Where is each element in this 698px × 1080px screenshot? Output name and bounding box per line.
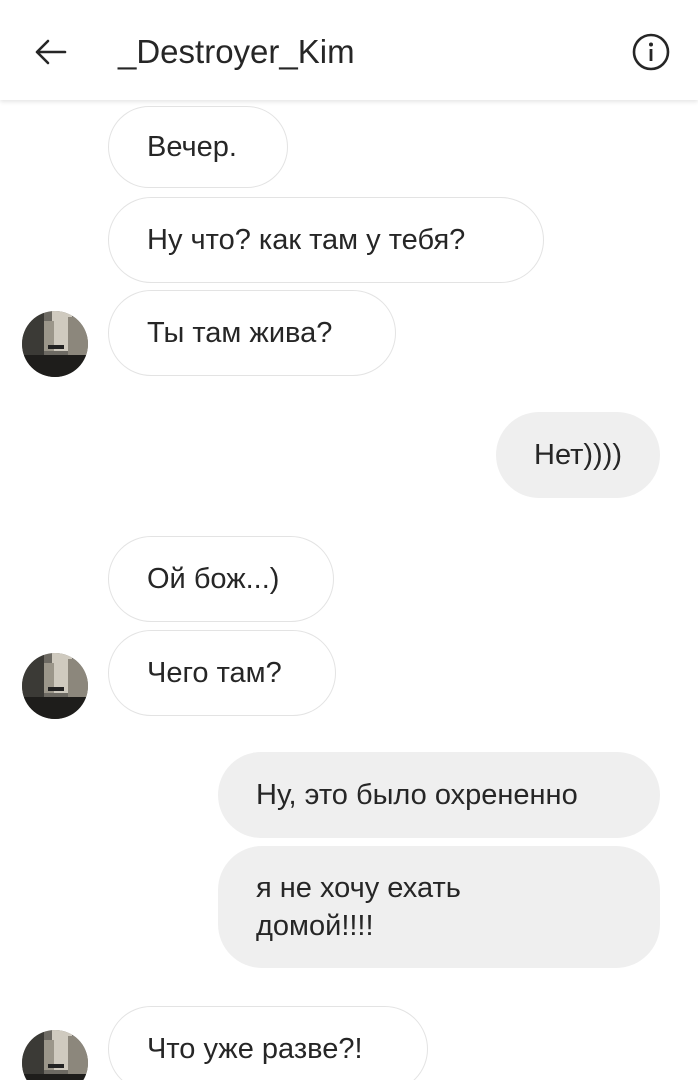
back-button[interactable] — [28, 30, 72, 74]
avatar[interactable] — [22, 311, 88, 377]
message-bubble-outgoing[interactable]: Ну, это было охрененно — [218, 752, 660, 838]
chat-username[interactable]: _Destroyer_Kim — [118, 30, 355, 74]
arrow-left-icon — [35, 39, 67, 65]
chat-header: _Destroyer_Kim — [0, 0, 698, 100]
message-bubble-incoming[interactable]: Ты там жива? — [108, 290, 396, 376]
info-circle-icon — [632, 33, 670, 71]
avatar[interactable] — [22, 653, 88, 719]
message-bubble-incoming[interactable]: Вечер. — [108, 106, 288, 188]
message-thread[interactable]: Вечер. Ну что? как там у тебя? Ты там жи… — [0, 100, 698, 1080]
avatar[interactable] — [22, 1030, 88, 1080]
message-bubble-incoming[interactable]: Ой бож...) — [108, 536, 334, 622]
message-bubble-incoming[interactable]: Ну что? как там у тебя? — [108, 197, 544, 283]
message-bubble-incoming[interactable]: Чего там? — [108, 630, 336, 716]
message-bubble-outgoing[interactable]: Нет)))) — [496, 412, 660, 498]
info-button[interactable] — [631, 32, 671, 72]
message-bubble-incoming[interactable]: Что уже разве?! — [108, 1006, 428, 1080]
message-bubble-outgoing[interactable]: я не хочу ехать домой!!!! — [218, 846, 660, 968]
